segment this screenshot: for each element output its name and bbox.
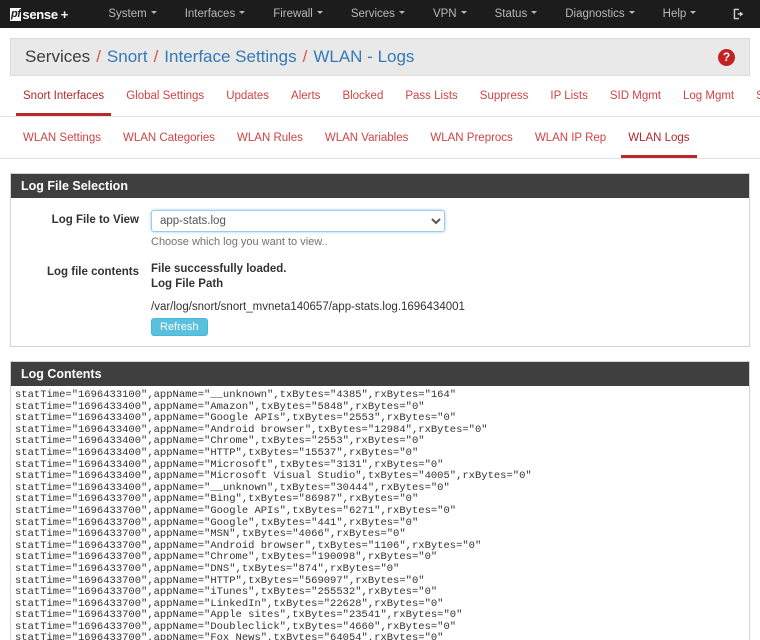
log-file-select-help: Choose which log you want to view.. [151, 236, 328, 248]
nav-label: Services [350, 8, 395, 20]
panel-body: Log File to View app-stats.log Choose wh… [11, 198, 749, 346]
log-line: statTime="1696433700",appName="Google AP… [15, 504, 457, 517]
nav-item-help[interactable]: Help [649, 8, 711, 20]
nav-label: Help [662, 8, 687, 20]
log-contents-title: Log Contents [11, 362, 749, 386]
breadcrumb-item-services: Services [25, 47, 91, 66]
breadcrumb: Services / Snort / Interface Settings / … [10, 38, 750, 76]
tab-pass-lists[interactable]: Pass Lists [394, 88, 468, 116]
log-file-contents-row: Log file contents File successfully load… [11, 262, 749, 336]
log-contents-panel: Log Contents statTime="1696433100",appNa… [10, 361, 750, 640]
tab-sid-mgmt[interactable]: SID Mgmt [599, 88, 672, 116]
primary-tabs: Snort Interfaces Global Settings Updates… [0, 88, 760, 117]
load-status-text: File successfully loaded. [151, 263, 287, 275]
nav-item-firewall[interactable]: Firewall [259, 8, 337, 20]
brand-mark: pf [10, 7, 22, 21]
breadcrumb-separator: / [153, 47, 159, 66]
nav-label: System [108, 8, 147, 20]
tab-wlan-rules[interactable]: WLAN Rules [226, 130, 314, 158]
tab-wlan-logs[interactable]: WLAN Logs [617, 130, 700, 158]
secondary-tabs: WLAN Settings WLAN Categories WLAN Rules… [0, 130, 760, 159]
navbar-menu: System Interfaces Firewall Services VPN … [94, 8, 710, 20]
nav-label: Diagnostics [565, 8, 625, 20]
nav-label: Interfaces [184, 8, 236, 20]
tab-alerts[interactable]: Alerts [280, 88, 331, 116]
chevron-down-icon [150, 11, 157, 15]
tab-wlan-preprocs[interactable]: WLAN Preprocs [419, 130, 523, 158]
log-line: statTime="1696433700",appName="DNS",txBy… [15, 562, 400, 575]
tab-log-mgmt[interactable]: Log Mgmt [672, 88, 745, 116]
log-path-value: /var/log/snort/snort_mvneta140657/app-st… [151, 301, 465, 313]
log-line: statTime="1696433400",appName="Microsoft… [15, 470, 532, 483]
log-line: statTime="1696433400",appName="HTTP",txB… [15, 446, 419, 459]
logout-icon[interactable] [732, 7, 746, 21]
pfsense-logo[interactable]: pf sense + [10, 5, 68, 23]
tab-ip-lists[interactable]: IP Lists [539, 88, 599, 116]
log-line: statTime="1696433700",appName="iTunes",t… [15, 586, 438, 599]
chevron-down-icon [239, 11, 246, 15]
log-line: statTime="1696433700",appName="Fox News"… [15, 632, 444, 640]
log-line: statTime="1696433100",appName="__unknown… [15, 389, 457, 401]
chevron-down-icon [690, 11, 697, 15]
chevron-down-icon [628, 11, 635, 15]
nav-label: Status [494, 8, 528, 20]
nav-item-vpn[interactable]: VPN [419, 8, 481, 20]
nav-label: VPN [432, 8, 457, 20]
log-contents-scroll-area[interactable]: statTime="1696433100",appName="__unknown… [11, 386, 749, 640]
chevron-down-icon [398, 11, 405, 15]
tab-blocked[interactable]: Blocked [331, 88, 394, 116]
log-line: statTime="1696433700",appName="MSN",txBy… [15, 528, 406, 541]
nav-item-services[interactable]: Services [337, 8, 419, 20]
tab-snort-interfaces[interactable]: Snort Interfaces [12, 88, 115, 116]
nav-item-diagnostics[interactable]: Diagnostics [551, 8, 648, 20]
nav-item-interfaces[interactable]: Interfaces [171, 8, 260, 20]
breadcrumb-item-snort[interactable]: Snort [107, 47, 148, 67]
brand-text: sense [22, 6, 58, 22]
log-file-contents-label: Log file contents [47, 266, 139, 278]
refresh-button[interactable]: Refresh [151, 318, 208, 336]
tab-global-settings[interactable]: Global Settings [115, 88, 215, 116]
nav-label: Firewall [273, 8, 313, 20]
tab-suppress[interactable]: Suppress [469, 88, 540, 116]
log-file-contents-field: File successfully loaded. Log File Path … [151, 262, 739, 336]
log-file-selection-panel: Log File Selection Log File to View app-… [10, 173, 750, 347]
tab-updates[interactable]: Updates [215, 88, 280, 116]
chevron-down-icon [460, 11, 467, 15]
log-file-select-row: Log File to View app-stats.log Choose wh… [11, 210, 749, 248]
panel-title: Log File Selection [11, 174, 749, 198]
help-icon[interactable]: ? [718, 48, 735, 66]
log-path-label: Log File Path [151, 278, 224, 290]
log-file-select[interactable]: app-stats.log [151, 210, 445, 232]
tab-sync[interactable]: Sync [745, 88, 760, 116]
breadcrumb-separator: / [302, 47, 308, 66]
tab-wlan-ip-rep[interactable]: WLAN IP Rep [524, 130, 617, 158]
top-navbar: pf sense + System Interfaces Firewall Se… [0, 0, 760, 28]
tab-wlan-categories[interactable]: WLAN Categories [112, 130, 226, 158]
breadcrumb-item-wlan-logs[interactable]: WLAN - Logs [313, 47, 414, 67]
chevron-down-icon [531, 11, 538, 15]
breadcrumb-separator: / [96, 47, 101, 66]
log-file-select-field: app-stats.log Choose which log you want … [151, 210, 739, 248]
log-file-select-label: Log File to View [51, 214, 139, 226]
tab-wlan-settings[interactable]: WLAN Settings [12, 130, 112, 158]
nav-item-system[interactable]: System [94, 8, 170, 20]
nav-item-status[interactable]: Status [481, 8, 552, 20]
brand-plus: + [60, 6, 69, 22]
breadcrumb-item-interface-settings[interactable]: Interface Settings [164, 47, 296, 67]
chevron-down-icon [316, 11, 323, 15]
tab-wlan-variables[interactable]: WLAN Variables [314, 130, 420, 158]
